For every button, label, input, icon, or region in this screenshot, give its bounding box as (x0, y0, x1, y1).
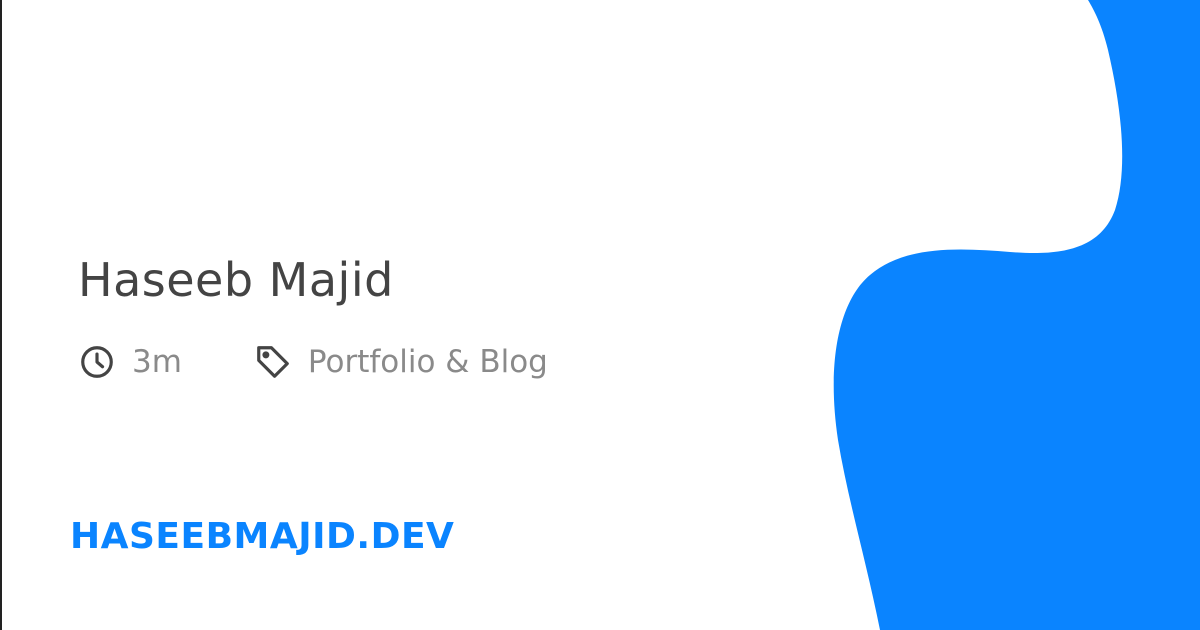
tag-icon (254, 343, 292, 381)
reading-time-label: 3m (132, 344, 182, 380)
site-domain: HASEEBMAJID.DEV (70, 516, 455, 557)
clock-icon (78, 343, 116, 381)
share-card: Haseeb Majid 3m Portfolio & Blog HASEEBM… (0, 0, 1200, 630)
category-label: Portfolio & Blog (307, 344, 548, 380)
reading-time: 3m (78, 343, 182, 381)
category: Portfolio & Blog (254, 343, 548, 381)
post-meta: 3m Portfolio & Blog (78, 340, 548, 384)
page-title: Haseeb Majid (78, 253, 394, 307)
